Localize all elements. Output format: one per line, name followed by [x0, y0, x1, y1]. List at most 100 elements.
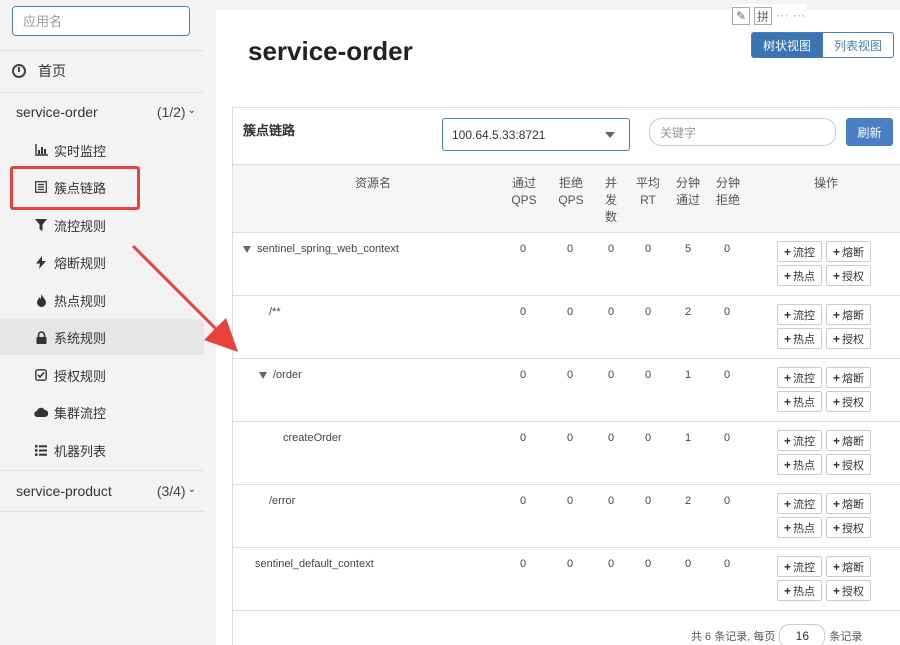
flow-rule-button[interactable]: + 流控 — [777, 241, 822, 262]
app-count: (3/4) — [156, 483, 186, 499]
cell-pass-qps: 0 — [519, 558, 527, 570]
cell-minute-pass: 0 — [684, 558, 692, 570]
action-label: 熔断 — [842, 309, 864, 322]
col-minute-block: 分钟 拒绝 — [715, 176, 740, 207]
main-content: service-order 树状视图 列表视图 簇点链路 100.64.5.33… — [204, 0, 900, 645]
table-row: /order 0 0 0 0 1 0 + 流控 + 熔断 + 热点 + 授权 — [233, 359, 900, 422]
resource-name-text: createOrder — [283, 432, 342, 444]
plus-icon: + — [783, 331, 791, 346]
home-link[interactable]: 首页 — [12, 60, 66, 82]
plus-icon: + — [832, 394, 840, 409]
divider — [0, 511, 204, 512]
menu-item-auth-rules[interactable]: 授权规则 — [0, 357, 204, 393]
list-ul-icon — [34, 443, 48, 457]
col-resource: 资源名 — [354, 176, 391, 190]
menu-item-machine-list[interactable]: 机器列表 — [0, 432, 204, 468]
flow-rule-button[interactable]: + 流控 — [777, 430, 822, 451]
cell-avg-rt: 0 — [644, 369, 652, 381]
menu-label: 机器列表 — [54, 443, 107, 459]
resource-name[interactable]: sentinel_spring_web_context — [243, 243, 399, 255]
action-label: 授权 — [842, 459, 864, 472]
fire-icon — [34, 293, 48, 307]
flow-rule-button[interactable]: + 流控 — [777, 493, 822, 514]
action-label: 授权 — [842, 396, 864, 409]
resource-panel: 簇点链路 100.64.5.33:8721 关键字 刷新 资源名 通过 QPS … — [232, 107, 900, 645]
divider — [0, 470, 204, 471]
menu-item-cluster-link[interactable]: 簇点链路 — [0, 169, 204, 205]
degrade-rule-button[interactable]: + 熔断 — [826, 241, 871, 262]
cell-block-qps: 0 — [566, 306, 574, 318]
resource-name-text: sentinel_default_context — [255, 558, 374, 570]
menu-label: 熔断规则 — [54, 255, 107, 271]
auth-rule-button[interactable]: + 授权 — [826, 391, 871, 412]
action-label: 授权 — [842, 522, 864, 535]
plus-icon: + — [783, 433, 791, 448]
menu-item-flow-rules[interactable]: 流控规则 — [0, 207, 204, 243]
degrade-rule-button[interactable]: + 熔断 — [826, 367, 871, 388]
refresh-button[interactable]: 刷新 — [846, 118, 893, 146]
cell-minute-pass: 2 — [684, 306, 692, 318]
cell-block-qps: 0 — [566, 432, 574, 444]
resource-name: /** — [269, 306, 281, 318]
hotspot-rule-button[interactable]: + 热点 — [777, 580, 822, 601]
auth-rule-button[interactable]: + 授权 — [826, 580, 871, 601]
app-search-input[interactable] — [13, 7, 189, 35]
bar-chart-icon — [34, 143, 48, 157]
cloud-icon — [34, 405, 48, 419]
expand-triangle-icon[interactable] — [243, 246, 251, 253]
col-avg-rt: 平均 RT — [635, 176, 660, 207]
plus-icon: + — [783, 307, 791, 322]
caret-down-icon — [605, 132, 615, 138]
resource-name-text: /order — [273, 369, 302, 381]
bolt-icon — [34, 255, 48, 269]
pager-suffix: 条记录 — [829, 631, 863, 643]
cell-avg-rt: 0 — [644, 306, 652, 318]
table-header: 资源名 通过 QPS 拒绝 QPS 并 发 数 平均 RT 分钟 通过 分钟 拒… — [233, 165, 900, 233]
app-service-product[interactable]: service-product (3/4) ⌄ — [16, 480, 196, 502]
plus-icon: + — [832, 559, 840, 574]
tree-view-button[interactable]: 树状视图 — [751, 32, 824, 58]
list-view-button[interactable]: 列表视图 — [823, 32, 895, 58]
cell-minute-pass: 2 — [684, 495, 692, 507]
auth-rule-button[interactable]: + 授权 — [826, 517, 871, 538]
panel-title: 簇点链路 — [243, 123, 296, 138]
auth-rule-button[interactable]: + 授权 — [826, 265, 871, 286]
hotspot-rule-button[interactable]: + 热点 — [777, 328, 822, 349]
hotspot-rule-button[interactable]: + 热点 — [777, 391, 822, 412]
hotspot-rule-button[interactable]: + 热点 — [777, 454, 822, 475]
plus-icon: + — [832, 583, 840, 598]
plus-icon: + — [832, 433, 840, 448]
resource-name[interactable]: /order — [259, 369, 302, 381]
plus-icon: + — [783, 244, 791, 259]
action-label: 流控 — [793, 246, 815, 259]
keyword-input[interactable]: 关键字 — [649, 118, 836, 146]
hotspot-rule-button[interactable]: + 热点 — [777, 265, 822, 286]
cell-minute-block: 0 — [723, 432, 731, 444]
page-size-input[interactable]: 16 — [779, 624, 826, 645]
col-pass-qps: 通过 QPS — [511, 176, 537, 207]
cell-pass-qps: 0 — [519, 369, 527, 381]
menu-item-hotspot-rules[interactable]: 热点规则 — [0, 282, 204, 318]
degrade-rule-button[interactable]: + 熔断 — [826, 493, 871, 514]
degrade-rule-button[interactable]: + 熔断 — [826, 304, 871, 325]
menu-item-cluster-flow[interactable]: 集群流控 — [0, 394, 204, 430]
expand-triangle-icon[interactable] — [259, 372, 267, 379]
auth-rule-button[interactable]: + 授权 — [826, 454, 871, 475]
action-label: 热点 — [793, 459, 815, 472]
action-label: 热点 — [793, 585, 815, 598]
app-service-order[interactable]: service-order (1/2) ⌄ — [16, 101, 196, 123]
menu-item-system-rules[interactable]: 系统规则 — [0, 319, 204, 355]
degrade-rule-button[interactable]: + 熔断 — [826, 430, 871, 451]
degrade-rule-button[interactable]: + 熔断 — [826, 556, 871, 577]
table-row: /** 0 0 0 0 2 0 + 流控 + 熔断 + 热点 + 授权 — [233, 296, 900, 359]
auth-rule-button[interactable]: + 授权 — [826, 328, 871, 349]
hotspot-rule-button[interactable]: + 热点 — [777, 517, 822, 538]
action-label: 熔断 — [842, 372, 864, 385]
machine-select[interactable]: 100.64.5.33:8721 — [442, 118, 630, 151]
flow-rule-button[interactable]: + 流控 — [777, 367, 822, 388]
ime-toolbar: ✎ 拼 ⋯ ⋯ — [732, 4, 806, 28]
flow-rule-button[interactable]: + 流控 — [777, 304, 822, 325]
menu-item-degrade-rules[interactable]: 熔断规则 — [0, 244, 204, 280]
flow-rule-button[interactable]: + 流控 — [777, 556, 822, 577]
menu-item-realtime-monitor[interactable]: 实时监控 — [0, 132, 204, 168]
